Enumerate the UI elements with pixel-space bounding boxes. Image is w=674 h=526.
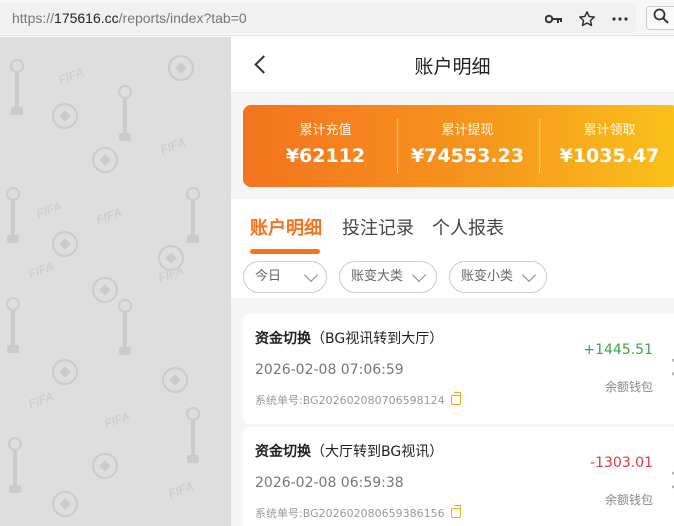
trophy-icon (118, 299, 132, 359)
summary-stat-label: 累计充值 (299, 123, 352, 138)
record-time: 2026-02-08 06:59:38 (255, 475, 404, 491)
record-title: 资金切换（BG视讯转到大厅） (255, 328, 443, 348)
watermark-text: FIFA (94, 204, 124, 228)
summary-stat-value: ¥74553.23 (411, 145, 524, 167)
football-icon (52, 491, 78, 517)
category-filter-dropdown[interactable]: 账变大类 (339, 261, 437, 293)
copy-icon[interactable] (450, 505, 461, 518)
list-item[interactable]: 资金切换（BG视讯转到大厅） 2026-02-08 07:06:59 系统单号:… (243, 314, 674, 424)
url-field[interactable]: https://175616.cc/reports/index?tab=0 (0, 3, 636, 33)
record-amount: -1303.01 (590, 455, 653, 471)
record-wallet: 余额钱包 (604, 380, 653, 394)
tab-account-details[interactable]: 账户明细 (250, 214, 322, 240)
record-title: 资金切换（大厅转到BG视讯） (255, 441, 443, 461)
more-options-icon[interactable] (610, 9, 630, 29)
football-icon (52, 359, 78, 385)
trophy-icon (6, 297, 20, 357)
watermark-text: FIFA (34, 198, 64, 222)
football-icon (92, 453, 118, 479)
order-number: BG202602080706598124 (302, 394, 445, 407)
browser-address-bar: https://175616.cc/reports/index?tab=0 (0, 0, 674, 36)
football-icon (168, 55, 194, 81)
summary-stat-withdraw: 累计提现 ¥74553.23 (395, 105, 540, 187)
order-label: 系统单号: (255, 507, 303, 520)
trophy-icon (186, 407, 200, 467)
filter-bar: 今日 账变大类 账变小类 (231, 259, 674, 300)
search-icon (653, 8, 669, 28)
record-amount: +1445.51 (583, 342, 653, 358)
summary-stat-value: ¥62112 (285, 145, 366, 167)
summary-stat-label: 累计提现 (441, 123, 494, 138)
watermark-text: FIFA (158, 134, 188, 158)
record-type: 资金切换 (255, 444, 311, 460)
filter-label: 账变小类 (461, 269, 514, 284)
record-order: 系统单号:BG202602080659386156 (255, 505, 461, 521)
tab-personal-report[interactable]: 个人报表 (432, 214, 504, 240)
record-detail: （BG视讯转到大厅） (311, 331, 444, 347)
url-text[interactable]: https://175616.cc/reports/index?tab=0 (12, 10, 247, 26)
record-order: 系统单号:BG202602080706598124 (255, 392, 461, 408)
tab-bar: 账户明细 投注记录 个人报表 (231, 199, 674, 259)
chevron-down-icon (411, 267, 427, 283)
url-host: 175616.cc (54, 10, 119, 26)
watermark-text: FIFA (26, 258, 56, 282)
url-path: /reports/index?tab=0 (118, 10, 247, 26)
record-detail: （大厅转到BG视讯） (311, 444, 444, 460)
filter-label: 账变大类 (351, 269, 404, 284)
chevron-down-icon (521, 267, 537, 283)
watermark-text: FIFA (26, 388, 56, 412)
active-tab-indicator (250, 249, 320, 254)
order-number: BG202602080659386156 (302, 507, 445, 520)
url-scheme: https:// (12, 10, 55, 26)
football-icon (92, 147, 118, 173)
list-item[interactable]: 资金切换（大厅转到BG视讯） 2026-02-08 06:59:38 系统单号:… (243, 427, 674, 526)
record-type: 资金切换 (255, 331, 311, 347)
trophy-icon (186, 187, 200, 247)
date-filter-dropdown[interactable]: 今日 (243, 261, 327, 293)
decorative-background: FIFA FIFA FIFA FIFA FIFA FIFA FIFA FIFA … (0, 37, 231, 526)
filter-label: 今日 (255, 269, 282, 284)
watermark-text: FIFA (56, 64, 86, 88)
chevron-right-icon (664, 358, 674, 376)
watermark-text: FIFA (102, 408, 132, 432)
record-wallet: 余额钱包 (604, 493, 653, 507)
page-title: 账户明细 (414, 56, 491, 78)
trophy-icon (10, 59, 24, 119)
watermark-text: FIFA (166, 478, 196, 502)
summary-stat-label: 累计领取 (583, 123, 636, 138)
tab-bet-records[interactable]: 投注记录 (342, 214, 414, 240)
account-details-app: 账户明细 累计充值 ¥62112 累计提现 ¥74553.23 累计领取 ¥10… (231, 37, 674, 526)
summary-stat-deposit: 累计充值 ¥62112 (253, 105, 398, 187)
order-label: 系统单号: (255, 394, 303, 407)
subcategory-filter-dropdown[interactable]: 账变小类 (449, 261, 547, 293)
chevron-down-icon (303, 267, 319, 283)
football-icon (92, 277, 118, 303)
favorite-star-icon[interactable] (577, 9, 597, 29)
trophy-icon (8, 437, 22, 497)
page-header: 账户明细 (231, 37, 674, 93)
football-icon (52, 103, 78, 129)
trophy-icon (6, 187, 20, 247)
chevron-right-icon (664, 471, 674, 489)
search-button[interactable] (646, 6, 674, 30)
copy-icon[interactable] (450, 392, 461, 405)
key-icon[interactable] (544, 9, 564, 29)
football-icon (52, 231, 78, 257)
summary-card: 累计充值 ¥62112 累计提现 ¥74553.23 累计领取 ¥1035.47 (243, 105, 674, 187)
record-time: 2026-02-08 07:06:59 (255, 362, 404, 378)
summary-stat-received: 累计领取 ¥1035.47 (537, 105, 674, 187)
summary-stat-value: ¥1035.47 (559, 145, 660, 167)
football-icon (162, 367, 188, 393)
trophy-icon (118, 85, 132, 145)
